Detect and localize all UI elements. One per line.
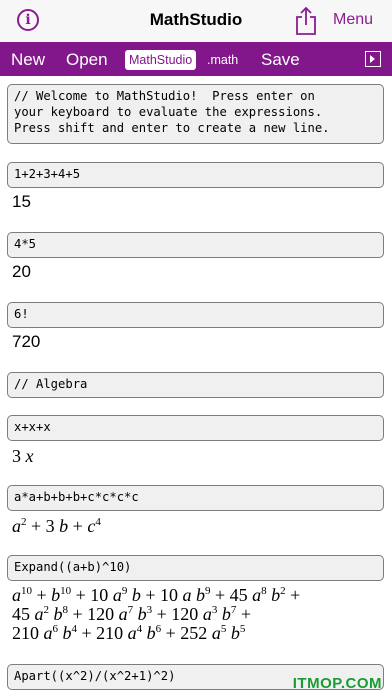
cell-input-algebra-comment[interactable]: // Algebra [7, 372, 384, 398]
new-button[interactable]: New [11, 50, 45, 70]
cell-output-polynomial: a2 + 3 b + c4 [12, 516, 101, 536]
cell-output-product: 20 [12, 262, 31, 281]
cell-output-factorial: 720 [12, 332, 41, 351]
cell-output-x-sum: 3 x [12, 446, 34, 466]
toolbar: New Open MathStudio .math Save [0, 42, 392, 76]
cell-input-x-sum[interactable]: x+x+x [7, 415, 384, 441]
cell-input-product[interactable]: 4*5 [7, 232, 384, 258]
save-button[interactable]: Save [261, 50, 300, 70]
cell-input-expand[interactable]: Expand((a+b)^10) [7, 555, 384, 581]
cell-input-sum[interactable]: 1+2+3+4+5 [7, 162, 384, 188]
file-extension: .math [207, 53, 239, 67]
cell-input-welcome[interactable]: // Welcome to MathStudio! Press enter on… [7, 84, 384, 144]
cell-output-expand: a10 + b10 + 10 a9 b + 10 a b9 + 45 a8 b2… [12, 585, 301, 643]
filename-field[interactable]: MathStudio [125, 50, 197, 70]
top-bar: i MathStudio Menu [0, 0, 392, 42]
share-icon[interactable] [294, 6, 318, 36]
panel-toggle-icon[interactable] [365, 51, 381, 67]
watermark: ITMOP.COM [292, 675, 382, 692]
cell-input-factorial[interactable]: 6! [7, 302, 384, 328]
menu-button[interactable]: Menu [333, 11, 373, 29]
cell-input-polynomial[interactable]: a*a+b+b+b+c*c*c*c [7, 485, 384, 511]
open-button[interactable]: Open [66, 50, 108, 70]
cell-output-sum: 15 [12, 192, 31, 211]
